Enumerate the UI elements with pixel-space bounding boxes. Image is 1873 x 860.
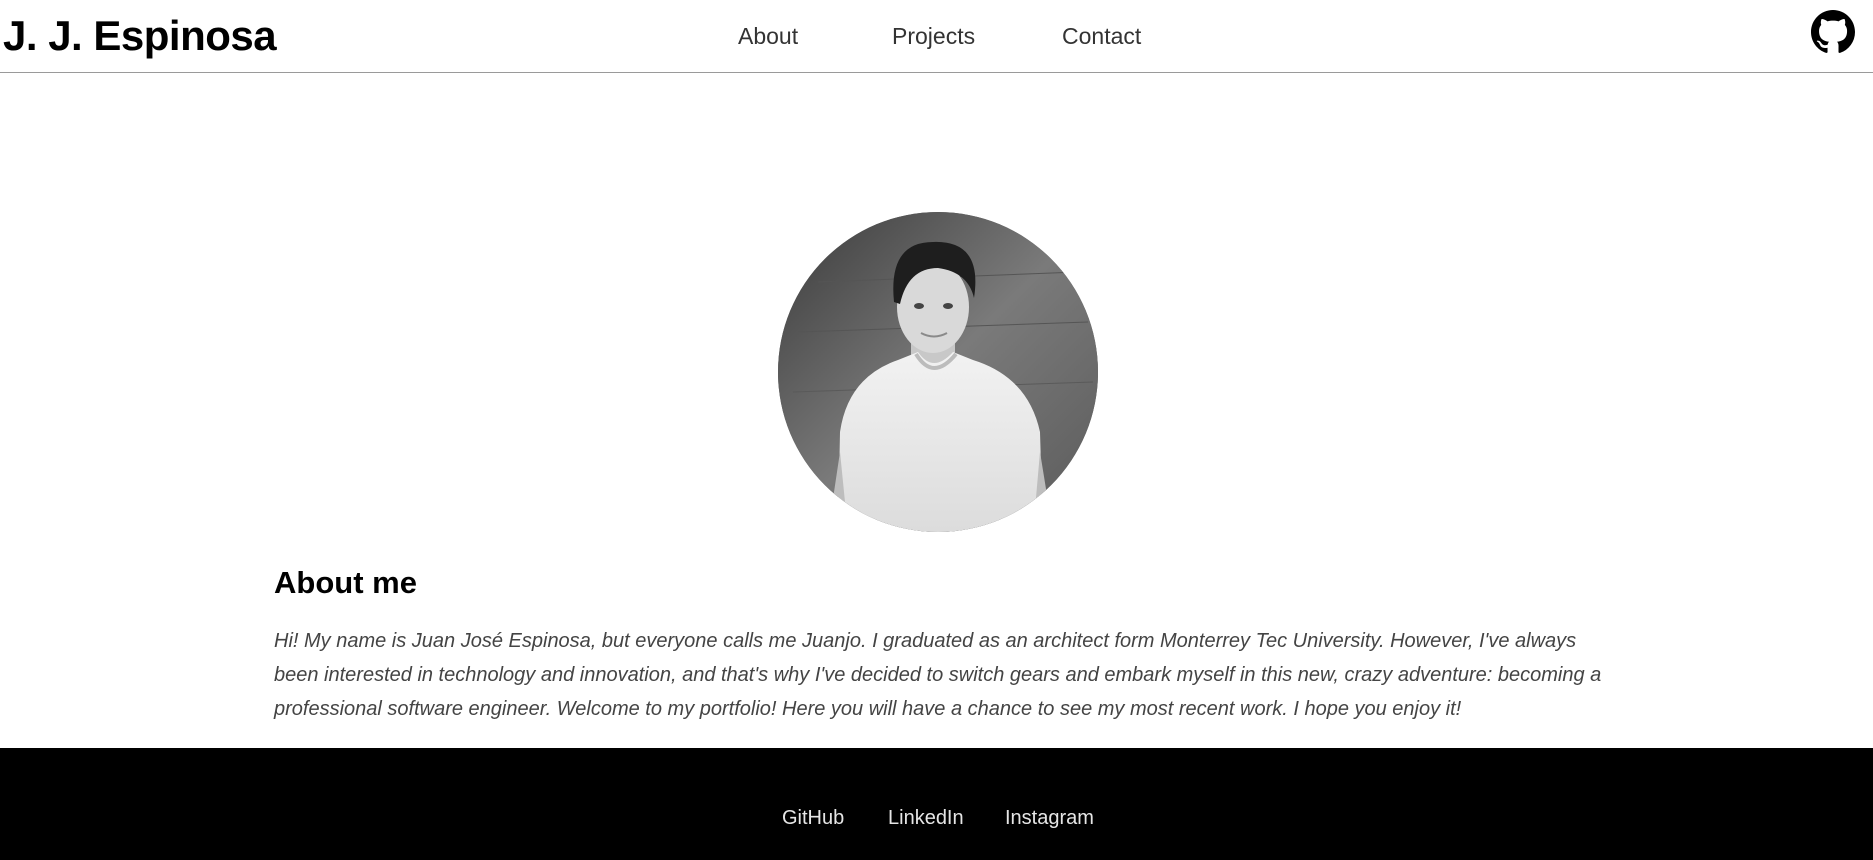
navbar: J. J. Espinosa About Projects Contact	[0, 0, 1873, 73]
profile-photo	[778, 212, 1098, 532]
nav-link-projects[interactable]: Projects	[892, 20, 975, 52]
footer: GitHub LinkedIn Instagram	[0, 748, 1873, 860]
footer-link-linkedin[interactable]: LinkedIn	[888, 806, 964, 830]
about-title: About me	[274, 565, 417, 600]
nav-link-contact[interactable]: Contact	[1062, 20, 1141, 52]
nav-link-about[interactable]: About	[738, 20, 798, 52]
about-text: Hi! My name is Juan José Espinosa, but e…	[274, 630, 1602, 720]
github-icon[interactable]	[1811, 10, 1855, 54]
footer-link-instagram[interactable]: Instagram	[1005, 806, 1094, 830]
footer-link-github[interactable]: GitHub	[782, 806, 844, 830]
main-nav: About Projects Contact	[0, 20, 1873, 52]
